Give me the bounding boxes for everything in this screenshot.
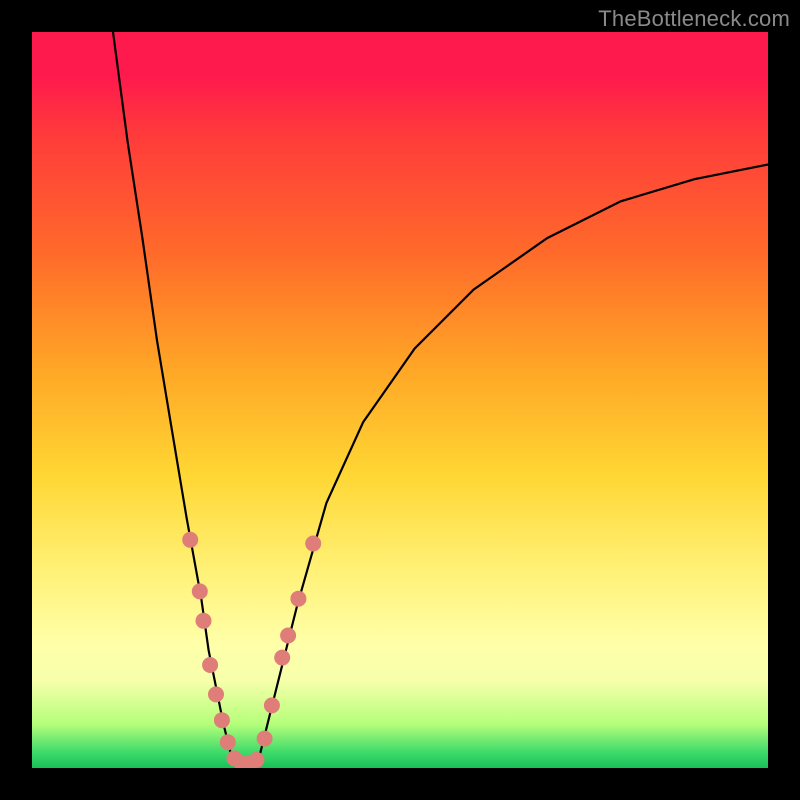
data-bead <box>257 731 273 747</box>
bead-group <box>182 532 321 768</box>
bottleneck-curve-svg <box>32 32 768 768</box>
data-bead <box>280 628 296 644</box>
data-bead <box>202 657 218 673</box>
data-bead <box>274 650 290 666</box>
data-bead <box>182 532 198 548</box>
data-bead <box>305 536 321 552</box>
data-bead <box>196 613 212 629</box>
watermark-text: TheBottleneck.com <box>598 6 790 32</box>
chart-frame: TheBottleneck.com <box>0 0 800 800</box>
data-bead <box>208 686 224 702</box>
data-bead <box>220 734 236 750</box>
data-bead <box>214 712 230 728</box>
data-bead <box>290 591 306 607</box>
data-bead <box>249 752 265 768</box>
data-bead <box>264 697 280 713</box>
data-bead <box>192 583 208 599</box>
plot-area <box>32 32 768 768</box>
